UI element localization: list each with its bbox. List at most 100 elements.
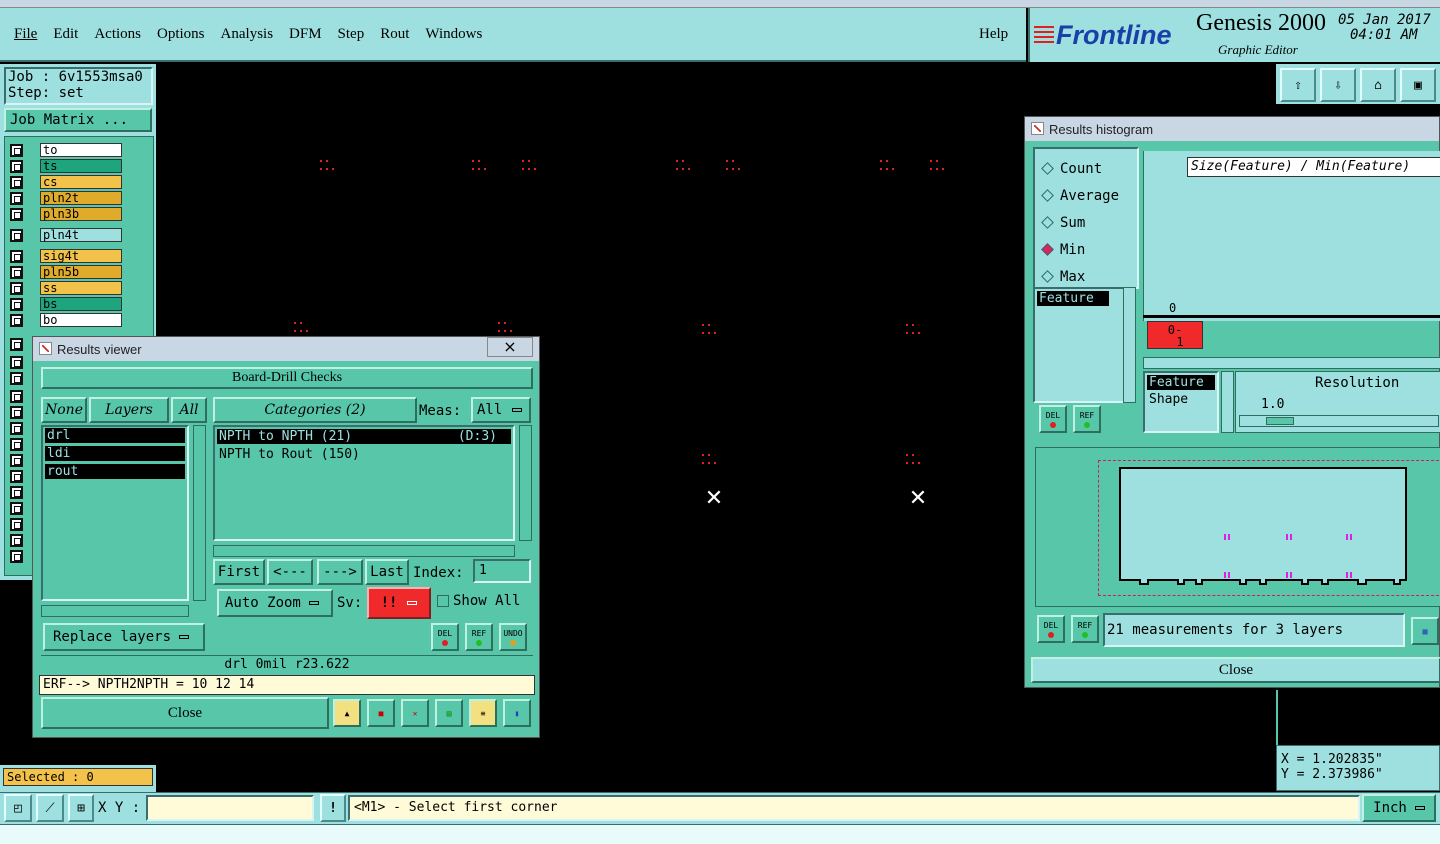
menu-analysis[interactable]: Analysis xyxy=(221,26,274,43)
save-icon[interactable]: ⇩ xyxy=(1320,68,1356,102)
list-item[interactable]: rout xyxy=(45,464,185,479)
report-icon[interactable]: ▲ xyxy=(333,699,361,727)
slider-thumb[interactable] xyxy=(1266,417,1294,425)
categories-button[interactable]: Categories (2) xyxy=(213,397,417,423)
histogram-bar[interactable]: 0- 1 xyxy=(1147,321,1203,349)
layer-checkbox[interactable] xyxy=(10,502,23,515)
layer-checkbox[interactable] xyxy=(10,192,23,205)
histogram-titlebar[interactable]: Results histogram xyxy=(1025,117,1439,141)
layer-checkbox[interactable] xyxy=(10,470,23,483)
close-button[interactable]: Close xyxy=(41,697,329,729)
menu-step[interactable]: Step xyxy=(338,26,365,43)
categories-scrollbar[interactable] xyxy=(519,425,532,541)
list-item[interactable]: ldi xyxy=(45,446,185,461)
layer-checkbox[interactable] xyxy=(10,390,23,403)
menu-file[interactable]: File xyxy=(14,26,37,43)
layer-checkbox[interactable] xyxy=(10,438,23,451)
list-item[interactable]: drl xyxy=(45,428,185,443)
layer-bs[interactable]: bs xyxy=(40,297,122,311)
none-button[interactable]: None xyxy=(41,397,87,423)
layer-checkbox[interactable] xyxy=(10,422,23,435)
layer-list-hscrollbar[interactable] xyxy=(41,605,189,617)
page-icon[interactable]: ▤ xyxy=(435,699,463,727)
layer-checkbox[interactable] xyxy=(10,298,23,311)
list-item[interactable]: Feature xyxy=(1037,291,1109,306)
window-layout-icon[interactable]: ▣ xyxy=(1400,68,1436,102)
layer-checkbox[interactable] xyxy=(10,160,23,173)
layer-cs[interactable]: cs xyxy=(40,175,122,189)
job-matrix-button[interactable]: Job Matrix ... xyxy=(4,108,152,132)
layer-checkbox[interactable] xyxy=(10,282,23,295)
layer-sig4t[interactable]: sig4t xyxy=(40,249,122,263)
option-average[interactable]: Average xyxy=(1041,182,1137,209)
next-button[interactable]: ---> xyxy=(317,559,363,585)
layer-checkbox[interactable] xyxy=(10,250,23,263)
show-all-checkbox[interactable] xyxy=(437,595,449,607)
layer-checkbox[interactable] xyxy=(10,176,23,189)
layer-checkbox[interactable] xyxy=(10,314,23,327)
first-button[interactable]: First xyxy=(213,559,265,585)
index-input[interactable]: 1 xyxy=(473,559,531,583)
menu-dfm[interactable]: DFM xyxy=(289,26,322,43)
layer-checkbox[interactable] xyxy=(10,454,23,467)
xy-input[interactable] xyxy=(146,795,314,821)
layer-checkbox[interactable] xyxy=(10,208,23,221)
results-viewer-titlebar[interactable]: Results viewer xyxy=(33,337,539,361)
chart-options-icon[interactable]: ▦ xyxy=(1411,617,1439,645)
meas-dropdown[interactable]: All xyxy=(471,397,531,423)
alert-icon[interactable]: ! xyxy=(320,794,346,822)
ref-button[interactable]: REF xyxy=(465,623,493,651)
unit-dropdown[interactable]: Inch xyxy=(1362,794,1436,822)
highlight-icon[interactable]: ■ xyxy=(367,699,395,727)
menu-actions[interactable]: Actions xyxy=(94,26,141,43)
layer-pln4t[interactable]: pln4t xyxy=(40,228,122,242)
notes-icon[interactable]: ≡ xyxy=(469,699,497,727)
close-button[interactable]: Close xyxy=(1031,657,1440,683)
layer-checkbox[interactable] xyxy=(10,406,23,419)
measure-icon[interactable]: ⟋ xyxy=(36,794,64,822)
option-count[interactable]: Count xyxy=(1041,155,1137,182)
group-by-list[interactable]: Feature Shape xyxy=(1143,371,1219,433)
del-button[interactable]: DEL xyxy=(1039,405,1067,433)
last-button[interactable]: Last xyxy=(365,559,409,585)
ref-button[interactable]: REF xyxy=(1073,405,1101,433)
replace-layers-dropdown[interactable]: Replace layers xyxy=(43,623,205,651)
resolution-slider[interactable] xyxy=(1239,415,1439,427)
layer-checkbox[interactable] xyxy=(10,229,23,242)
layer-checkbox[interactable] xyxy=(10,144,23,157)
layer-to[interactable]: to xyxy=(40,143,122,157)
layer-list-scrollbar[interactable] xyxy=(193,425,206,601)
list-item[interactable]: NPTH to Rout (150) xyxy=(217,447,511,462)
group-list-scrollbar[interactable] xyxy=(1221,371,1234,433)
severity-dropdown[interactable]: !! xyxy=(367,587,431,619)
delete-ref-icon[interactable]: ✕ xyxy=(401,699,429,727)
menu-rout[interactable]: Rout xyxy=(380,26,409,43)
feature-list[interactable]: Feature xyxy=(1033,287,1125,403)
layer-checkbox[interactable] xyxy=(10,338,23,351)
all-button[interactable]: All xyxy=(171,397,207,423)
layer-checkbox[interactable] xyxy=(10,550,23,563)
grid-icon[interactable]: ⊞ xyxy=(68,794,94,822)
layer-checkbox[interactable] xyxy=(10,372,23,385)
list-item[interactable]: Shape xyxy=(1147,392,1215,407)
list-item[interactable]: NPTH to NPTH (21) (D:3) xyxy=(217,429,511,444)
layer-checkbox[interactable] xyxy=(10,534,23,547)
layer-ts[interactable]: ts xyxy=(40,159,122,173)
list-item[interactable]: Feature xyxy=(1147,375,1215,390)
feature-list-scrollbar[interactable] xyxy=(1123,287,1136,403)
layer-ss[interactable]: ss xyxy=(40,281,122,295)
del-button[interactable]: DEL xyxy=(431,623,459,651)
menu-help[interactable]: Help xyxy=(979,26,1008,43)
layer-checkbox[interactable] xyxy=(10,266,23,279)
board-preview[interactable] xyxy=(1035,447,1440,607)
categories-hscrollbar[interactable] xyxy=(213,545,515,557)
layer-pln2t[interactable]: pln2t xyxy=(40,191,122,205)
snap-icon[interactable]: ◰ xyxy=(4,794,32,822)
prev-button[interactable]: <--- xyxy=(267,559,313,585)
menu-edit[interactable]: Edit xyxy=(53,26,78,43)
export-icon[interactable]: ⇧ xyxy=(1280,68,1316,102)
layers-button[interactable]: Layers xyxy=(89,397,169,423)
layer-bo[interactable]: bo xyxy=(40,313,122,327)
ref-button[interactable]: REF xyxy=(1071,615,1099,643)
home-icon[interactable]: ⌂ xyxy=(1360,68,1396,102)
